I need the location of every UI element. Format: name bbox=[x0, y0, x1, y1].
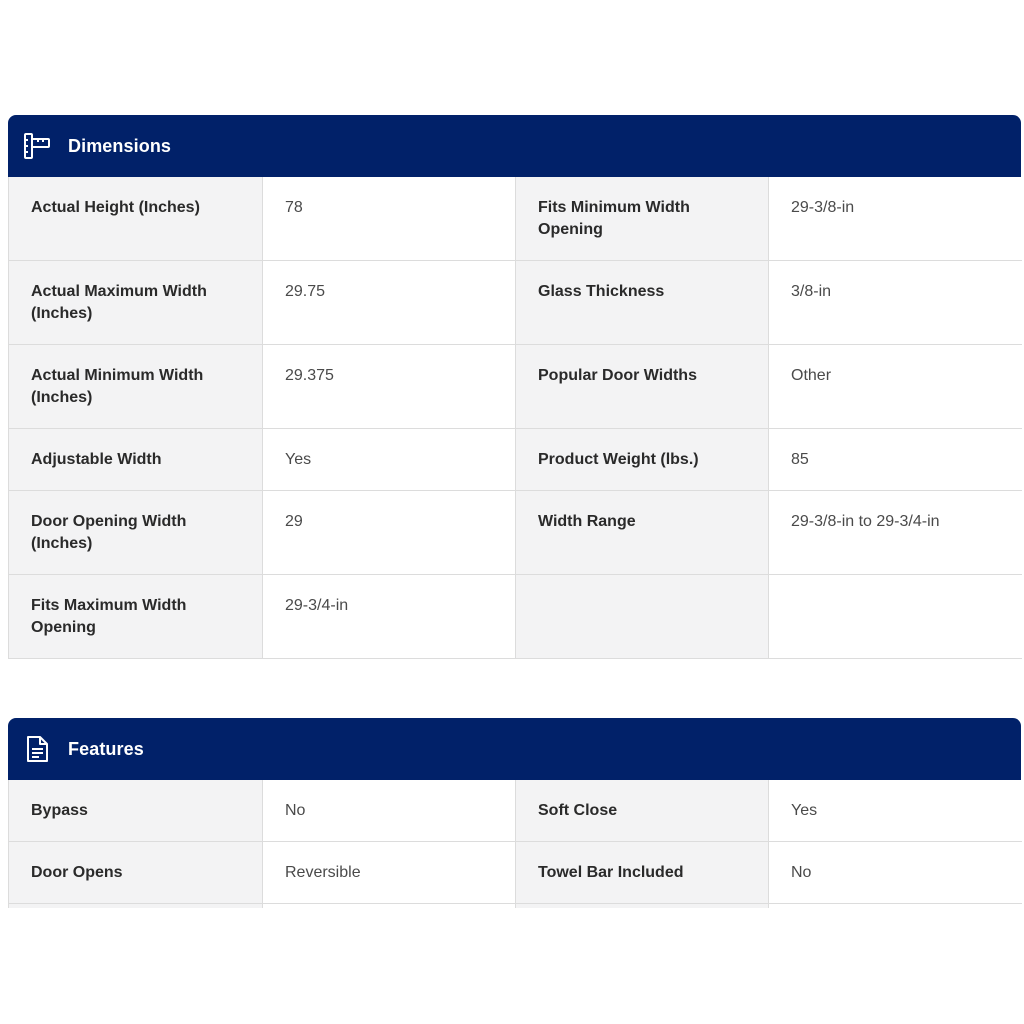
spec-label: Width Range bbox=[515, 491, 768, 575]
spec-value: 78 bbox=[262, 177, 515, 261]
spec-label: Fits Minimum Width Opening bbox=[515, 177, 768, 261]
spec-label: Towel Bar Included bbox=[515, 842, 768, 904]
table-row-partial bbox=[262, 904, 515, 908]
spec-label: Fits Maximum Width Opening bbox=[9, 575, 262, 659]
spec-value: 29.375 bbox=[262, 345, 515, 429]
document-icon bbox=[22, 734, 52, 764]
spec-label bbox=[515, 575, 768, 659]
spec-label: Bypass bbox=[9, 780, 262, 842]
spec-value: 29.75 bbox=[262, 261, 515, 345]
spec-value: No bbox=[768, 842, 1022, 904]
spec-value: No bbox=[262, 780, 515, 842]
spec-value: 85 bbox=[768, 429, 1022, 491]
spec-label: Actual Height (Inches) bbox=[9, 177, 262, 261]
spec-value: 29-3/4-in bbox=[262, 575, 515, 659]
spec-label: Soft Close bbox=[515, 780, 768, 842]
spec-label: Door Opening Width (Inches) bbox=[9, 491, 262, 575]
dimensions-table: Actual Height (Inches) 78 Fits Minimum W… bbox=[8, 177, 1022, 659]
table-row-partial bbox=[768, 904, 1022, 908]
spec-value: 29-3/8-in bbox=[768, 177, 1022, 261]
table-row-partial bbox=[9, 904, 262, 908]
section-title: Dimensions bbox=[68, 135, 172, 156]
ruler-icon bbox=[22, 131, 52, 161]
spec-label: Adjustable Width bbox=[9, 429, 262, 491]
features-table: Bypass No Soft Close Yes Door Opens Reve… bbox=[8, 780, 1022, 908]
spec-label: Actual Minimum Width (Inches) bbox=[9, 345, 262, 429]
table-row-partial bbox=[515, 904, 768, 908]
spec-label: Popular Door Widths bbox=[515, 345, 768, 429]
spec-value: 29 bbox=[262, 491, 515, 575]
section-title: Features bbox=[68, 738, 144, 759]
spec-value: Other bbox=[768, 345, 1022, 429]
spec-label: Door Opens bbox=[9, 842, 262, 904]
features-header: Features bbox=[8, 718, 1021, 780]
spec-value: Reversible bbox=[262, 842, 515, 904]
spec-label: Glass Thickness bbox=[515, 261, 768, 345]
spec-value: Yes bbox=[768, 780, 1022, 842]
spec-value: 3/8-in bbox=[768, 261, 1022, 345]
spec-value bbox=[768, 575, 1022, 659]
spec-value: Yes bbox=[262, 429, 515, 491]
spec-value: 29-3/8-in to 29-3/4-in bbox=[768, 491, 1022, 575]
dimensions-header: Dimensions bbox=[8, 115, 1021, 177]
features-section: Features Bypass No Soft Close Yes Door O… bbox=[8, 718, 1022, 908]
dimensions-section: Dimensions Actual Height (Inches) 78 Fit… bbox=[8, 115, 1022, 659]
spec-label: Actual Maximum Width (Inches) bbox=[9, 261, 262, 345]
spec-label: Product Weight (lbs.) bbox=[515, 429, 768, 491]
